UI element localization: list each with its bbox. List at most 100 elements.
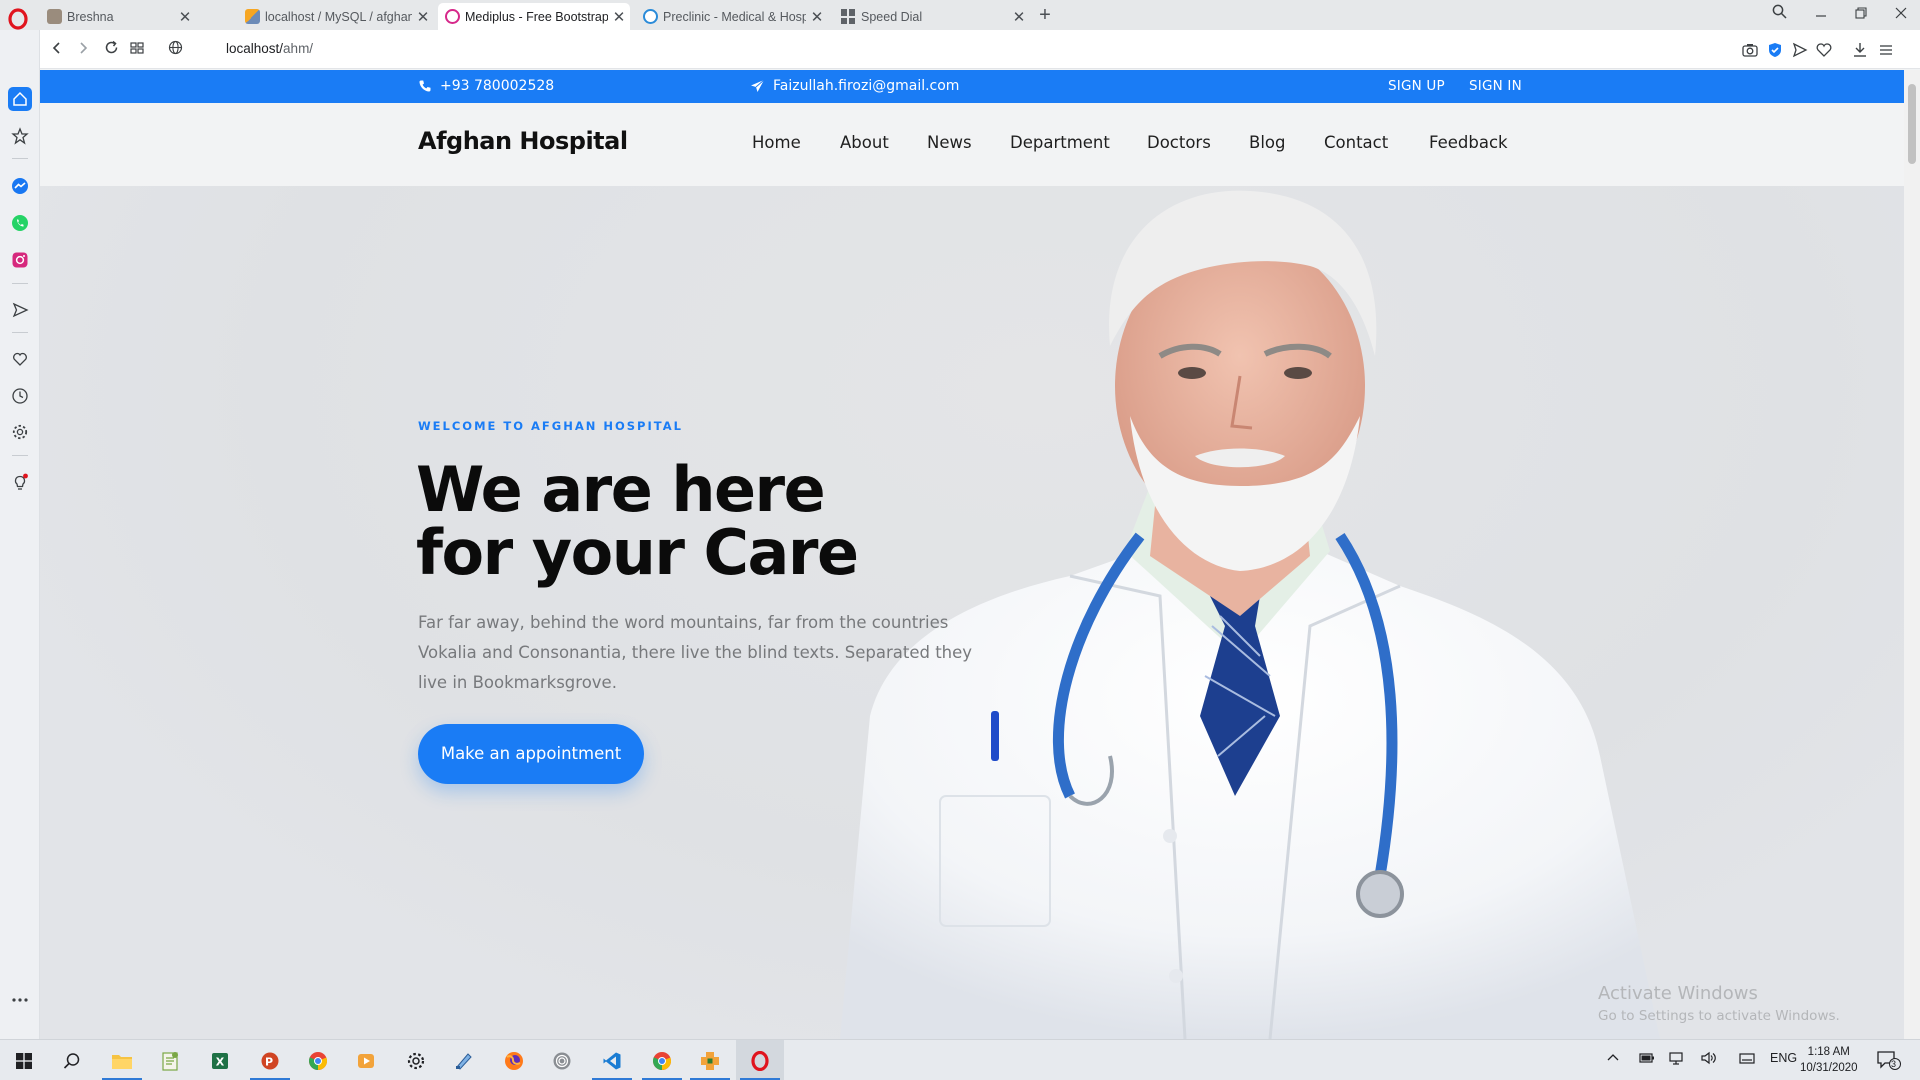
- nav-blog[interactable]: Blog: [1249, 133, 1285, 152]
- fingerprint-app-icon[interactable]: [538, 1040, 586, 1080]
- preclinic-favicon-icon: [643, 9, 658, 24]
- tab-preclinic[interactable]: Preclinic - Medical & Hosp ✕: [636, 3, 828, 30]
- close-window-icon[interactable]: [1886, 4, 1916, 26]
- sidebar-divider: [12, 283, 28, 284]
- network-icon[interactable]: [1668, 1051, 1686, 1068]
- paint-brush-app-icon[interactable]: [440, 1040, 488, 1080]
- make-appointment-button[interactable]: Make an appointment: [418, 724, 644, 784]
- windows-start-icon[interactable]: [0, 1040, 48, 1080]
- taskbar-search-icon[interactable]: [48, 1040, 96, 1080]
- powerpoint-icon[interactable]: P: [246, 1040, 294, 1080]
- nav-contact[interactable]: Contact: [1324, 133, 1388, 152]
- sidebar-divider: [12, 158, 28, 159]
- settings-gear-taskbar-icon[interactable]: [392, 1040, 440, 1080]
- send-flow-icon[interactable]: [1790, 40, 1810, 60]
- xampp-icon[interactable]: [686, 1040, 734, 1080]
- topbar-email[interactable]: Faizullah.firozi@gmail.com: [750, 78, 959, 94]
- sidebar-more-icon[interactable]: [8, 988, 32, 1012]
- site-topbar: +93 780002528 Faizullah.firozi@gmail.com…: [40, 70, 1904, 103]
- chrome-profile-icon[interactable]: [638, 1040, 686, 1080]
- sidebar-divider: [12, 332, 28, 333]
- vscode-icon[interactable]: [588, 1040, 636, 1080]
- messenger-icon[interactable]: [8, 174, 32, 198]
- sign-in-link[interactable]: SIGN IN: [1469, 78, 1522, 94]
- url-host: localhost/: [226, 41, 284, 56]
- topbar-phone[interactable]: +93 780002528: [418, 78, 554, 94]
- tabs-grid-icon[interactable]: [126, 39, 148, 61]
- download-icon[interactable]: [1850, 40, 1870, 60]
- tab-mediplus[interactable]: Mediplus - Free Bootstrap ✕: [438, 3, 630, 30]
- tab-title: localhost / MySQL / afghan: [265, 9, 412, 24]
- doctor-photo: [840, 190, 1660, 1039]
- site-brand[interactable]: Afghan Hospital: [418, 127, 628, 155]
- media-player-icon[interactable]: [342, 1040, 390, 1080]
- watermark-subtitle: Go to Settings to activate Windows.: [1598, 1008, 1840, 1024]
- topbar-email-text: Faizullah.firozi@gmail.com: [773, 78, 960, 94]
- bookmark-heart-icon[interactable]: [1814, 40, 1834, 60]
- scrollbar-thumb[interactable]: [1908, 84, 1916, 164]
- volume-icon[interactable]: [1700, 1051, 1718, 1068]
- minimize-icon[interactable]: [1806, 4, 1836, 26]
- tab-phpmyadmin[interactable]: localhost / MySQL / afghan ✕: [238, 3, 434, 30]
- notepad-plus-icon[interactable]: [146, 1040, 194, 1080]
- battery-icon[interactable]: [1638, 1051, 1656, 1068]
- hero-title-line-1: We are here: [416, 453, 826, 526]
- adblock-shield-icon[interactable]: [1765, 40, 1785, 60]
- snapshot-camera-icon[interactable]: [1740, 40, 1760, 60]
- taskbar-clock[interactable]: 1:18 AM 10/31/2020: [1800, 1044, 1858, 1076]
- clock-time: 1:18 AM: [1807, 1046, 1850, 1058]
- site-favicon-icon: [47, 9, 62, 24]
- history-clock-icon[interactable]: [8, 384, 32, 408]
- show-hidden-icons-chevron-up-icon[interactable]: [1606, 1051, 1620, 1066]
- opera-taskbar-icon[interactable]: [736, 1040, 784, 1080]
- speed-dial-home-icon[interactable]: [8, 87, 32, 111]
- tab-speed-dial[interactable]: Speed Dial ✕: [834, 3, 1030, 30]
- instagram-icon[interactable]: [8, 248, 32, 272]
- reload-icon[interactable]: [100, 39, 122, 61]
- nav-feedback[interactable]: Feedback: [1429, 133, 1508, 152]
- restore-icon[interactable]: [1846, 4, 1876, 26]
- tab-breshna[interactable]: Breshna ✕: [40, 3, 196, 30]
- tips-lightbulb-icon[interactable]: [8, 470, 32, 494]
- paper-plane-icon: [751, 79, 765, 92]
- close-icon[interactable]: ✕: [174, 8, 196, 26]
- close-icon[interactable]: ✕: [608, 8, 630, 26]
- bookmarks-star-icon[interactable]: [8, 124, 32, 148]
- personal-news-heart-icon[interactable]: [8, 347, 32, 371]
- nav-about[interactable]: About: [840, 133, 889, 152]
- close-icon[interactable]: ✕: [806, 8, 828, 26]
- sign-up-link[interactable]: SIGN UP: [1388, 78, 1445, 94]
- forward-icon[interactable]: [72, 39, 94, 61]
- input-keyboard-icon[interactable]: [1738, 1051, 1756, 1068]
- easy-setup-menu-icon[interactable]: [1876, 40, 1896, 60]
- nav-news[interactable]: News: [927, 133, 972, 152]
- page-scrollbar[interactable]: [1904, 70, 1920, 1039]
- nav-department[interactable]: Department: [1010, 133, 1110, 152]
- nav-home[interactable]: Home: [752, 133, 801, 152]
- new-tab-button[interactable]: +: [1034, 3, 1056, 27]
- opera-sidebar: [0, 30, 40, 1039]
- tab-strip: Breshna ✕ localhost / MySQL / afghan ✕ M…: [0, 0, 1920, 30]
- mediplus-favicon-icon: [445, 9, 460, 24]
- file-explorer-icon[interactable]: [98, 1040, 146, 1080]
- site-info-globe-icon[interactable]: [164, 39, 186, 61]
- hero-title: We are here for your Care: [416, 453, 859, 584]
- back-icon[interactable]: [46, 39, 68, 61]
- hero-eyebrow: WELCOME TO AFGHAN HOSPITAL: [418, 419, 683, 433]
- my-flow-send-icon[interactable]: [8, 298, 32, 322]
- close-icon[interactable]: ✕: [1008, 8, 1030, 26]
- opera-logo-icon[interactable]: [8, 8, 28, 30]
- search-tabs-icon[interactable]: [1764, 4, 1794, 26]
- url-field[interactable]: localhost/ahm/: [226, 41, 313, 56]
- nav-doctors[interactable]: Doctors: [1147, 133, 1211, 152]
- action-center-notification-icon[interactable]: 3: [1876, 1049, 1902, 1074]
- close-icon[interactable]: ✕: [412, 8, 434, 26]
- excel-icon[interactable]: X: [196, 1040, 244, 1080]
- hero-description: Far far away, behind the word mountains,…: [418, 613, 973, 692]
- settings-gear-icon[interactable]: [8, 420, 32, 444]
- language-indicator[interactable]: ENG: [1770, 1051, 1797, 1065]
- firefox-icon[interactable]: [490, 1040, 538, 1080]
- chrome-icon[interactable]: [294, 1040, 342, 1080]
- phpmyadmin-favicon-icon: [245, 9, 260, 24]
- whatsapp-icon[interactable]: [8, 211, 32, 235]
